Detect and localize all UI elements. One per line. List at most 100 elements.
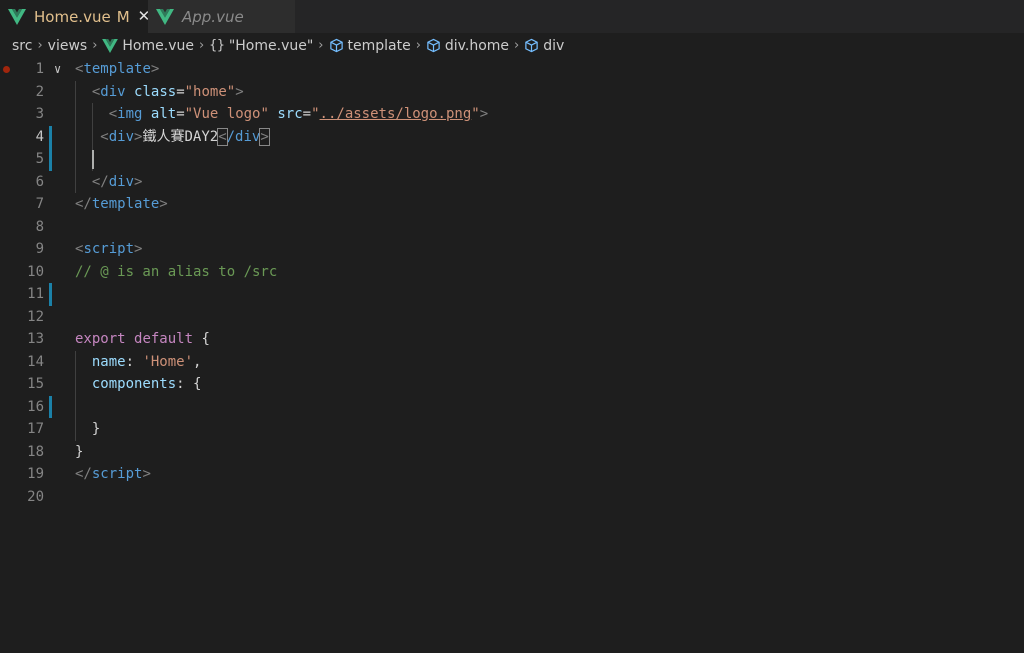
- cube-symbol-icon: [525, 38, 538, 53]
- modified-gutter-marker: [49, 283, 52, 306]
- line-number: 20: [27, 488, 44, 505]
- code-line[interactable]: 2 <div class="home">: [0, 80, 1024, 104]
- code-line[interactable]: 13 export default {: [0, 328, 1024, 351]
- code-line[interactable]: 9 <script>: [0, 238, 1024, 261]
- breadcrumb-item-div[interactable]: div: [524, 38, 564, 54]
- breadcrumb-file-label: Home.vue: [122, 37, 194, 54]
- code-token: template: [83, 61, 151, 77]
- code-token: script: [83, 241, 135, 257]
- code-line[interactable]: 3 <img alt="Vue logo" src="../assets/log…: [0, 103, 1024, 126]
- code-token: >: [235, 83, 244, 100]
- code-text: }: [75, 441, 83, 464]
- code-token: div: [100, 83, 126, 100]
- line-number: 8: [35, 218, 44, 235]
- code-token: ": [471, 106, 480, 122]
- code-token: >: [134, 173, 143, 190]
- code-token: ../assets/logo.png: [319, 106, 472, 122]
- code-text: <div class="home">: [75, 81, 244, 104]
- breadcrumb-template-label: template: [347, 37, 411, 54]
- vue-file-icon: [102, 38, 119, 53]
- fold-chevron-icon[interactable]: ∨: [54, 58, 61, 81]
- line-number: 14: [27, 353, 44, 370]
- indent-guide: [75, 395, 76, 418]
- line-number: 10: [27, 263, 44, 280]
- code-line[interactable]: 12: [0, 306, 1024, 329]
- breadcrumb-item-views[interactable]: views: [48, 38, 88, 54]
- line-number: 11: [27, 286, 44, 302]
- code-text: name: 'Home',: [75, 351, 202, 374]
- code-token: // @ is an alias to /src: [75, 263, 278, 280]
- code-token: div: [108, 173, 135, 190]
- code-token: alt: [150, 106, 177, 122]
- breadcrumb-item-template[interactable]: template: [329, 38, 411, 54]
- code-token: template: [91, 196, 160, 212]
- code-token: >: [142, 466, 151, 482]
- code-line[interactable]: 10 // @ is an alias to /src: [0, 261, 1024, 284]
- code-line[interactable]: 18}: [0, 441, 1024, 464]
- code-line[interactable]: 17 }: [0, 418, 1024, 441]
- breadcrumb-item-file[interactable]: Home.vue: [102, 38, 194, 54]
- chevron-right-icon: ›: [92, 38, 98, 53]
- tab-label: Home.vue: [34, 7, 111, 26]
- modified-gutter-marker: [49, 395, 52, 418]
- code-token: </: [91, 173, 109, 190]
- chevron-right-icon: ›: [37, 38, 43, 53]
- code-token: </: [75, 466, 92, 482]
- cube-symbol-icon: [427, 38, 440, 53]
- line-number: 7: [35, 196, 44, 212]
- code-line[interactable]: 19 </script>: [0, 463, 1024, 486]
- breadcrumb-item-div-home[interactable]: div.home: [426, 38, 509, 54]
- line-number: 15: [27, 376, 44, 392]
- chevron-right-icon: ›: [514, 38, 520, 53]
- line-number: 13: [27, 331, 44, 347]
- code-token: components: [91, 376, 177, 392]
- code-text: export default {: [75, 328, 210, 351]
- vue-file-icon: [156, 8, 174, 25]
- code-token: class: [134, 83, 177, 100]
- code-token: <: [108, 106, 118, 122]
- code-token: default: [134, 331, 194, 347]
- code-line[interactable]: 6 </div>: [0, 170, 1024, 193]
- code-text: components: {: [75, 373, 202, 396]
- code-line[interactable]: 16: [0, 395, 1024, 418]
- code-line[interactable]: 15 components: {: [0, 373, 1024, 396]
- code-line[interactable]: 20: [0, 486, 1024, 509]
- code-token: 鐵人賽DAY2: [142, 128, 219, 145]
- code-line[interactable]: 11: [0, 283, 1024, 306]
- modified-gutter-marker: [49, 125, 52, 148]
- module-braces-icon: {}: [209, 38, 225, 53]
- code-token: >: [159, 196, 168, 212]
- modified-indicator: M: [116, 7, 130, 26]
- code-editor[interactable]: ∨ 1 <template> 2 <div class="home"> 3 <img a…: [0, 58, 1024, 653]
- chevron-right-icon: ›: [415, 38, 421, 53]
- code-text: // @ is an alias to /src: [75, 261, 277, 284]
- breadcrumb-div-home-label: div.home: [444, 37, 510, 54]
- code-text: </template>: [75, 193, 168, 216]
- tab-bar: Home.vue M ✕ App.vue: [0, 0, 1024, 33]
- code-line[interactable]: ∨ 1 <template>: [0, 58, 1024, 81]
- chevron-right-icon: ›: [198, 38, 205, 53]
- breadcrumb-item-module[interactable]: {} "Home.vue": [209, 38, 313, 54]
- line-number: 6: [35, 173, 44, 190]
- code-token: div: [108, 128, 135, 145]
- code-line[interactable]: 7 </template>: [0, 193, 1024, 216]
- code-line[interactable]: 4 <div>鐵人賽DAY2</div>: [0, 125, 1024, 148]
- code-line[interactable]: 8: [0, 216, 1024, 239]
- code-token: ": [311, 106, 320, 122]
- tab-app-vue[interactable]: App.vue: [148, 0, 295, 33]
- breadcrumb-module-label: "Home.vue": [228, 37, 314, 54]
- code-token: src: [277, 106, 303, 122]
- code-line[interactable]: 14 name: 'Home',: [0, 350, 1024, 374]
- breadcrumb-item-src[interactable]: src: [12, 38, 32, 54]
- code-line[interactable]: 5: [0, 148, 1024, 171]
- code-text: }: [75, 418, 100, 441]
- code-token: <: [217, 127, 228, 146]
- code-text: <img alt="Vue logo" src="../assets/logo.…: [75, 103, 488, 126]
- tab-home-vue[interactable]: Home.vue M ✕: [0, 0, 150, 33]
